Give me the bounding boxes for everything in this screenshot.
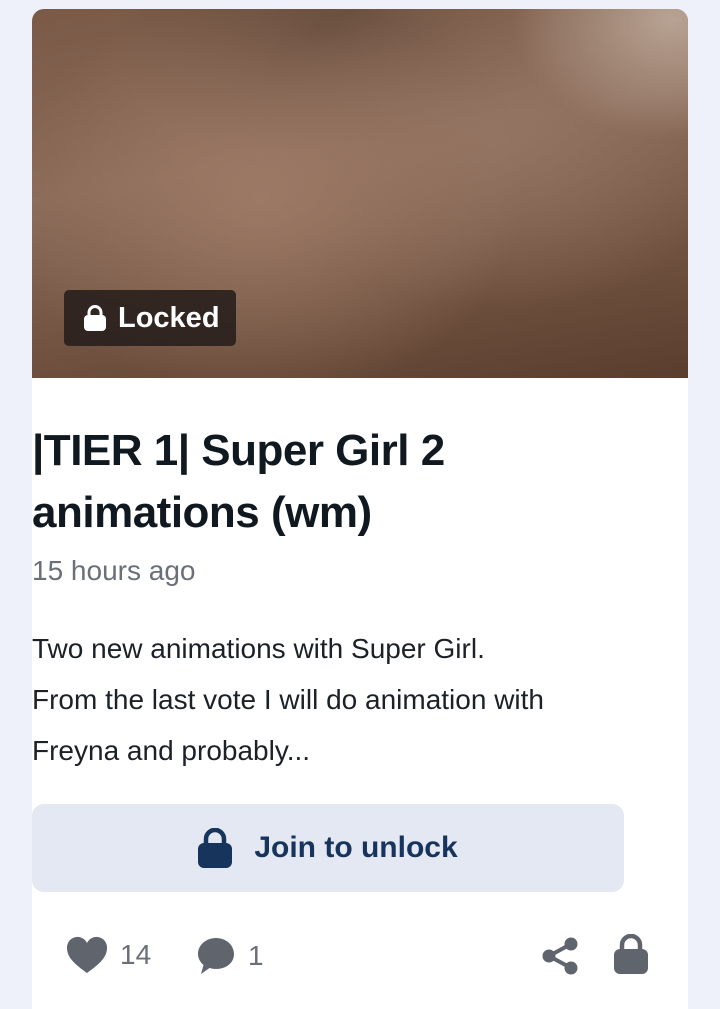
description-line: From the last vote I will do animation w…: [32, 684, 544, 715]
lock-status[interactable]: [614, 934, 648, 974]
lock-icon: [84, 305, 106, 331]
lock-icon: [198, 828, 233, 868]
share-button[interactable]: [542, 937, 578, 975]
join-to-unlock-button[interactable]: Join to unlock: [32, 804, 624, 892]
post-title[interactable]: |TIER 1| Super Girl 2 animations (wm): [32, 420, 632, 544]
like-button[interactable]: 14: [66, 936, 151, 974]
blurred-preview-image[interactable]: Locked: [32, 9, 688, 378]
post-timestamp: 15 hours ago: [32, 555, 196, 586]
comment-count: 1: [248, 940, 264, 971]
heart-icon: [66, 936, 108, 974]
join-button-label: Join to unlock: [254, 831, 458, 864]
locked-badge: Locked: [64, 290, 236, 346]
description-line: Two new animations with Super Girl.: [32, 633, 485, 664]
share-icon: [542, 937, 578, 975]
lock-icon: [614, 934, 648, 974]
locked-label: Locked: [118, 301, 220, 334]
comment-icon: [196, 936, 236, 976]
comment-button[interactable]: 1: [196, 936, 264, 976]
post-description: Two new animations with Super Girl. From…: [32, 623, 642, 776]
like-count: 14: [120, 939, 152, 970]
description-line: Freyna and probably...: [32, 735, 311, 766]
